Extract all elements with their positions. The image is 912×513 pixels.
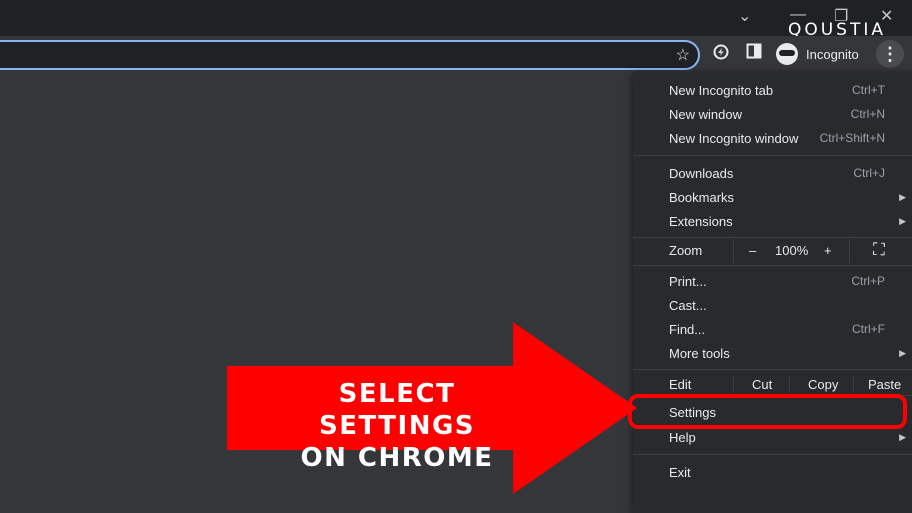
callout-text: SELECT SETTINGS ON CHROME [262,378,532,474]
callout-line-2: ON CHROME [300,443,494,473]
callout-line-1: SELECT SETTINGS [318,379,476,441]
